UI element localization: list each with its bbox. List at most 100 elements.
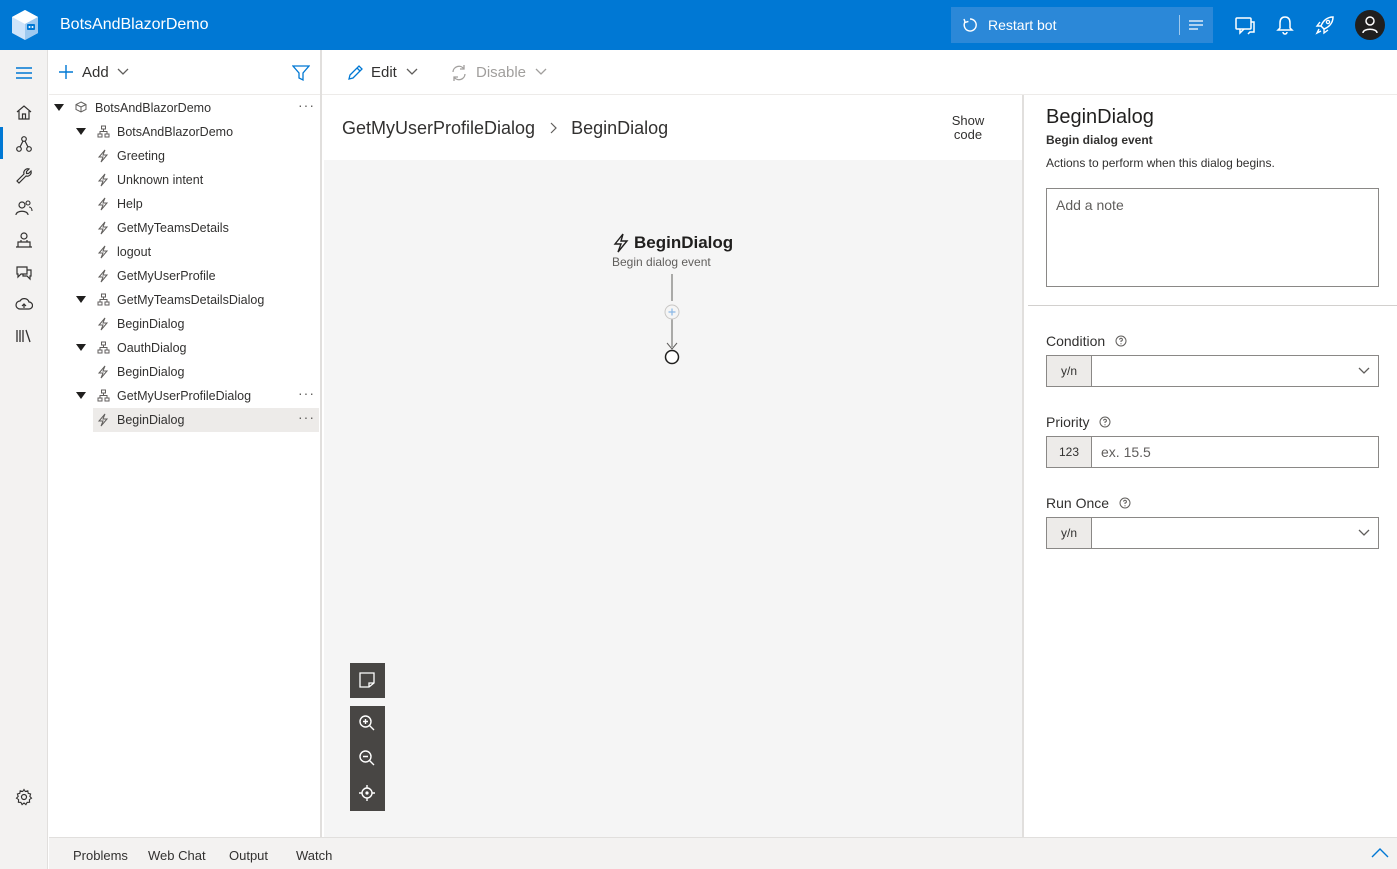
divider: [1179, 15, 1180, 35]
qna-icon[interactable]: [0, 255, 48, 287]
caret-down-icon[interactable]: [76, 296, 86, 303]
home-icon[interactable]: [0, 95, 48, 127]
dialog-org-icon: [97, 125, 110, 138]
chevron-right-icon: [549, 122, 557, 134]
fit-view-button[interactable]: [350, 776, 385, 811]
cube-icon: [75, 101, 87, 113]
filter-icon: [292, 65, 310, 82]
dialog-org-icon: [97, 389, 110, 402]
run-once-type-badge[interactable]: y/n: [1047, 518, 1092, 548]
user-avatar[interactable]: [1355, 10, 1385, 40]
bot-options-menu-icon[interactable]: [1187, 17, 1205, 33]
more-options-icon[interactable]: ···: [298, 385, 315, 401]
filter-button[interactable]: [292, 62, 312, 84]
caret-down-icon[interactable]: [54, 104, 64, 111]
restart-bot-label: Restart bot: [988, 17, 1057, 33]
tree-item-label: Help: [117, 197, 143, 211]
tree-item[interactable]: logout: [49, 240, 320, 264]
panel-divider: [1028, 305, 1397, 306]
lightning-icon: [97, 173, 109, 187]
priority-field[interactable]: 123: [1046, 436, 1379, 468]
note-textarea[interactable]: [1046, 188, 1379, 287]
tree-item[interactable]: Unknown intent: [49, 168, 320, 192]
tree-item-label: BeginDialog: [117, 413, 185, 427]
minimap-toggle-button[interactable]: [350, 663, 385, 698]
caret-down-icon[interactable]: [76, 344, 86, 351]
web-chat-icon[interactable]: [1233, 13, 1257, 37]
tree-item-label: BotsAndBlazorDemo: [117, 125, 234, 139]
tree-item[interactable]: BeginDialog ···: [49, 408, 320, 432]
chevron-down-icon: [535, 68, 547, 75]
sync-icon: [452, 65, 466, 81]
condition-field[interactable]: y/n: [1046, 355, 1379, 387]
panel-splitter[interactable]: [1022, 95, 1024, 837]
notifications-bell-icon[interactable]: [1273, 13, 1297, 37]
lightning-icon: [613, 233, 629, 253]
users-icon[interactable]: [0, 191, 48, 223]
disable-button[interactable]: Disable: [450, 62, 550, 84]
condition-type-badge[interactable]: y/n: [1047, 356, 1092, 386]
lightning-icon: [97, 365, 109, 379]
tree-item[interactable]: GetMyTeamsDetails: [49, 216, 320, 240]
show-code-button[interactable]: Show code: [946, 114, 990, 142]
tree-item[interactable]: OauthDialog: [49, 336, 320, 360]
more-options-icon[interactable]: ···: [298, 97, 315, 113]
tree-item[interactable]: Greeting: [49, 144, 320, 168]
help-icon[interactable]: [1099, 416, 1111, 428]
caret-down-icon[interactable]: [76, 392, 86, 399]
tree-item[interactable]: BeginDialog: [49, 312, 320, 336]
tree-item[interactable]: BotsAndBlazorDemo: [49, 120, 320, 144]
restart-bot-button[interactable]: Restart bot: [951, 7, 1213, 43]
tree-item-label: GetMyUserProfile: [117, 269, 216, 283]
chevron-up-icon[interactable]: [1371, 848, 1389, 858]
chevron-down-icon: [1358, 367, 1370, 374]
add-label: Add: [82, 64, 109, 81]
add-action-button[interactable]: [663, 303, 681, 321]
debug-panel-bar: Problems Web Chat Output Watch: [49, 837, 1397, 869]
hamburger-menu-icon[interactable]: [0, 57, 48, 89]
priority-input[interactable]: [1093, 437, 1378, 467]
project-tree: BotsAndBlazorDemo ··· BotsAndBlazorDemo Gre…: [49, 95, 320, 837]
publish-rocket-icon[interactable]: [1313, 13, 1337, 37]
zoom-out-button[interactable]: [350, 741, 385, 776]
visual-editor-canvas[interactable]: BeginDialog Begin dialog event: [324, 160, 1022, 837]
panel-subtitle: Begin dialog event: [1046, 133, 1153, 147]
plus-circle-icon: [664, 304, 680, 320]
tab-output[interactable]: Output: [229, 848, 268, 863]
node-subtitle: Begin dialog event: [612, 255, 711, 269]
breadcrumb-trigger[interactable]: BeginDialog: [571, 118, 668, 139]
tree-item[interactable]: Help: [49, 192, 320, 216]
tab-problems[interactable]: Problems: [73, 848, 128, 863]
help-icon[interactable]: [1115, 335, 1127, 347]
lightning-icon: [97, 317, 109, 331]
caret-down-icon[interactable]: [76, 128, 86, 135]
tree-splitter[interactable]: [320, 50, 322, 837]
bot-skills-icon[interactable]: [0, 223, 48, 255]
zoom-out-icon: [359, 750, 375, 766]
cloud-publish-icon[interactable]: [0, 287, 48, 319]
tree-item[interactable]: BotsAndBlazorDemo ···: [49, 96, 320, 120]
zoom-in-button[interactable]: [350, 706, 385, 741]
tree-item[interactable]: GetMyUserProfileDialog ···: [49, 384, 320, 408]
tree-item[interactable]: BeginDialog: [49, 360, 320, 384]
edit-button[interactable]: Edit: [346, 62, 421, 84]
more-options-icon[interactable]: ···: [298, 409, 315, 425]
minimap-icon: [359, 672, 375, 688]
priority-type-badge[interactable]: 123: [1047, 437, 1092, 467]
add-button[interactable]: Add: [58, 62, 133, 84]
help-icon[interactable]: [1119, 497, 1131, 509]
breadcrumb-dialog[interactable]: GetMyUserProfileDialog: [342, 118, 535, 139]
node-title: BeginDialog: [634, 233, 734, 252]
chevron-down-icon: [1358, 529, 1370, 536]
tree-item[interactable]: GetMyTeamsDetailsDialog: [49, 288, 320, 312]
design-dialogs-icon[interactable]: [0, 127, 48, 159]
settings-gear-icon[interactable]: [0, 780, 48, 812]
tree-item-label: BeginDialog: [117, 365, 185, 379]
wrench-icon[interactable]: [0, 159, 48, 191]
tab-watch[interactable]: Watch: [296, 848, 332, 863]
tree-item[interactable]: GetMyUserProfile: [49, 264, 320, 288]
tree-item-label: GetMyUserProfileDialog: [117, 389, 252, 403]
library-icon[interactable]: [0, 319, 48, 351]
tab-web-chat[interactable]: Web Chat: [148, 848, 206, 863]
run-once-field[interactable]: y/n: [1046, 517, 1379, 549]
